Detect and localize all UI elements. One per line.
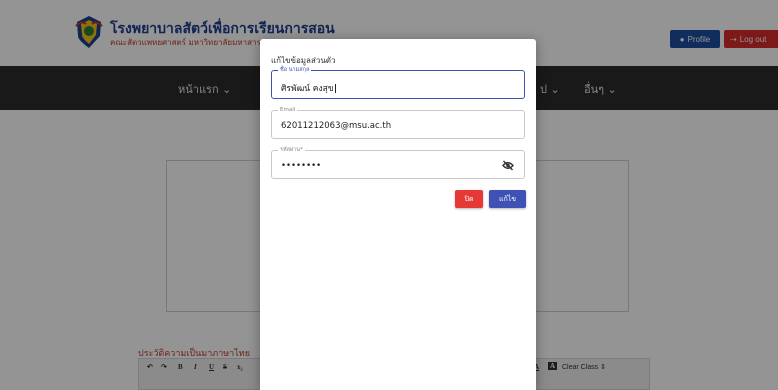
- password-field-label: รหัสผ่าน*: [278, 146, 305, 154]
- eye-off-icon[interactable]: [502, 160, 514, 171]
- name-field-value: ศิรพัฒน์ คงสุข: [281, 84, 336, 94]
- email-field-label: Email: [278, 106, 298, 114]
- name-field-label: ชื่อ นามสกุล: [278, 66, 312, 74]
- edit-profile-modal: แก้ไขข้อมูลส่วนตัว ชื่อ นามสกุล ศิรพัฒน์…: [260, 39, 536, 390]
- close-button[interactable]: ปิด: [455, 190, 483, 208]
- email-field[interactable]: Email 62011212063@msu.ac.th: [271, 106, 525, 139]
- password-field-value: ••••••••: [281, 161, 322, 171]
- save-edit-button[interactable]: แก้ไข: [489, 190, 526, 208]
- email-field-value: 62011212063@msu.ac.th: [281, 121, 392, 131]
- password-field[interactable]: รหัสผ่าน* ••••••••: [271, 146, 525, 179]
- name-field[interactable]: ชื่อ นามสกุล ศิรพัฒน์ คงสุข: [271, 66, 525, 99]
